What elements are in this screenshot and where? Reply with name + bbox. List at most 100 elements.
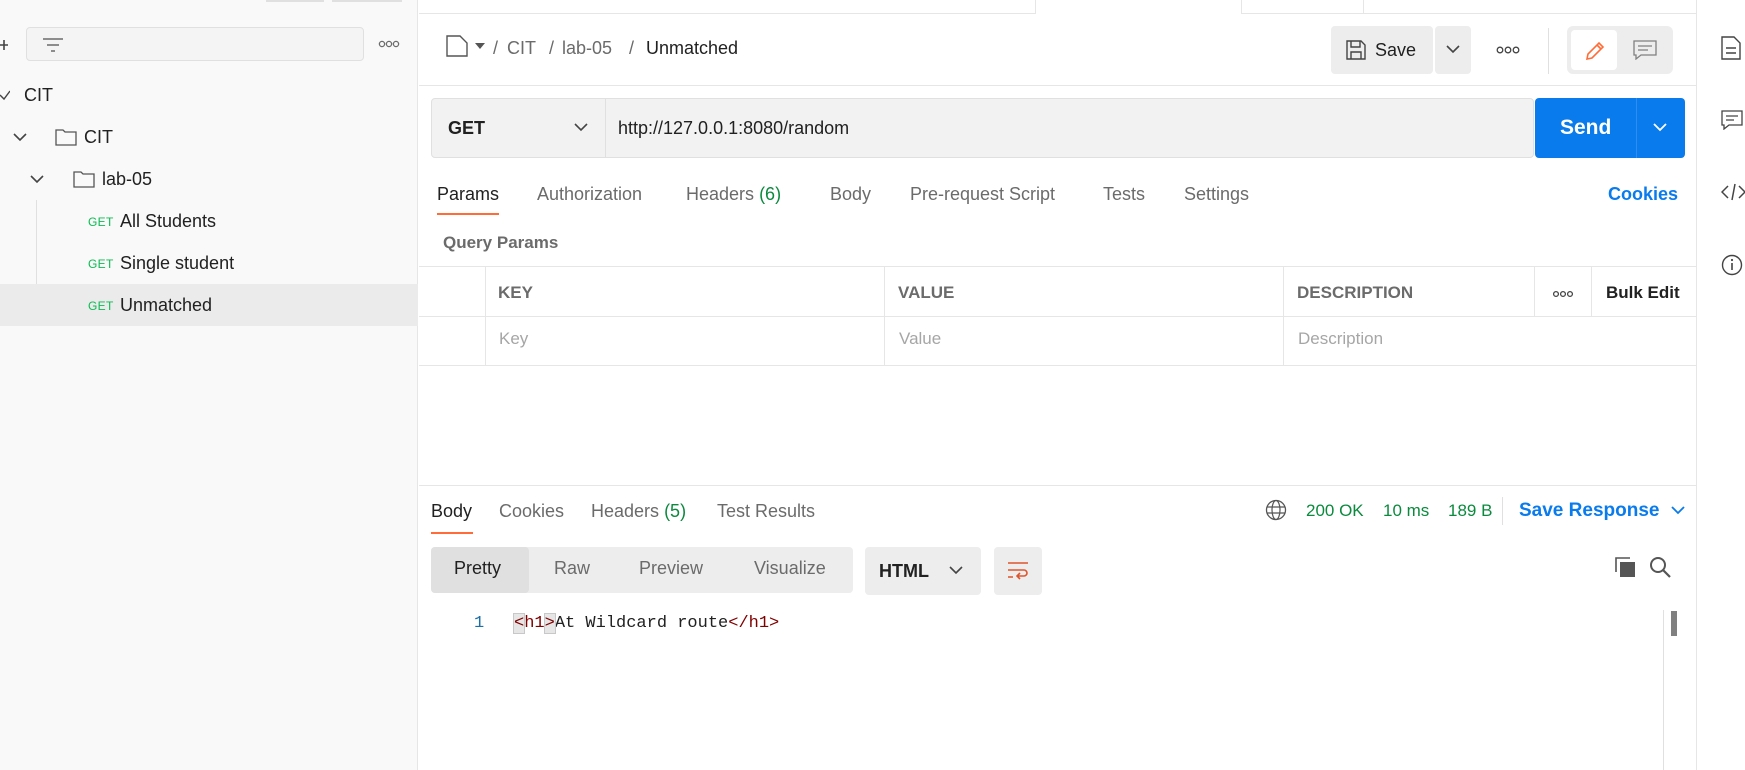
breadcrumb-item[interactable]: lab-05 xyxy=(562,38,612,59)
view-visualize[interactable]: Visualize xyxy=(754,558,826,579)
chevron-down-icon[interactable] xyxy=(1652,122,1668,132)
document-icon[interactable] xyxy=(446,35,468,57)
tree-item-label: lab-05 xyxy=(102,169,153,189)
document-icon[interactable] xyxy=(1721,36,1741,60)
code-icon[interactable] xyxy=(1721,182,1745,202)
view-raw[interactable]: Raw xyxy=(554,558,590,579)
response-view-switcher: Pretty Raw Preview Visualize xyxy=(431,547,853,593)
tab-authorization[interactable]: Authorization xyxy=(537,184,642,205)
code-token: </h1> xyxy=(728,614,780,633)
cookies-link[interactable]: Cookies xyxy=(1608,184,1678,205)
method-select-value: GET xyxy=(448,118,486,138)
tree-item-collection[interactable]: CIT xyxy=(0,74,418,116)
divider xyxy=(419,485,1696,486)
mode-toggle xyxy=(1567,26,1673,74)
url-input[interactable]: http://127.0.0.1:8080/random xyxy=(618,118,1498,139)
tab-response-body[interactable]: Body xyxy=(431,501,472,522)
response-size[interactable]: 189 B xyxy=(1448,501,1492,521)
tree-item-request[interactable]: GET All Students xyxy=(0,200,418,242)
breadcrumb-item[interactable]: CIT xyxy=(507,38,536,59)
filter-icon xyxy=(41,36,65,54)
response-status[interactable]: 200 OK xyxy=(1306,501,1364,521)
tab-response-cookies[interactable]: Cookies xyxy=(499,501,564,522)
tab-response-headers[interactable]: Headers (5) xyxy=(591,501,686,522)
comment-icon[interactable] xyxy=(1721,110,1743,130)
request-header: / CIT / lab-05 / Unmatched Save xyxy=(419,14,1696,86)
save-icon xyxy=(1346,40,1366,60)
search-icon[interactable] xyxy=(1649,556,1671,578)
tab-prerequest-script[interactable]: Pre-request Script xyxy=(910,184,1055,205)
tree-item-label: All Students xyxy=(120,211,217,231)
tab-headers[interactable]: Headers (6) xyxy=(686,184,781,205)
sidebar-top-tab[interactable] xyxy=(332,0,402,2)
edit-mode-button[interactable] xyxy=(1571,30,1617,70)
code-text: At Wildcard route xyxy=(554,614,729,633)
response-time[interactable]: 10 ms xyxy=(1383,501,1429,521)
tree-item-folder[interactable]: lab-05 xyxy=(0,158,418,200)
code-line[interactable]: <h1>At Wildcard route</h1> xyxy=(512,613,780,634)
view-preview[interactable]: Preview xyxy=(639,558,703,579)
divider xyxy=(1502,497,1503,525)
tab-params[interactable]: Params xyxy=(437,184,499,205)
save-options-button[interactable] xyxy=(1435,26,1471,74)
right-rail xyxy=(1696,0,1745,770)
tab-response-headers-label: Headers xyxy=(591,501,660,521)
more-icon[interactable] xyxy=(378,38,400,50)
tab-headers-count: (6) xyxy=(759,184,782,204)
page-title[interactable]: Unmatched xyxy=(646,38,738,59)
format-select[interactable]: HTML xyxy=(865,547,981,595)
divider xyxy=(419,316,1696,317)
tree-item-request-selected[interactable]: GET Unmatched xyxy=(0,284,418,326)
divider xyxy=(1363,0,1364,14)
copy-icon[interactable] xyxy=(1614,556,1636,578)
edit-icon xyxy=(1585,41,1605,61)
chevron-down-icon xyxy=(949,566,963,575)
method-select[interactable]: GET xyxy=(432,99,606,157)
tab-response-headers-count: (5) xyxy=(664,501,687,521)
divider xyxy=(1283,267,1284,366)
bulk-edit-button[interactable]: Bulk Edit xyxy=(1606,283,1680,303)
chevron-down-icon[interactable] xyxy=(0,89,10,101)
save-response-button[interactable]: Save Response xyxy=(1519,500,1659,522)
main-pane: / CIT / lab-05 / Unmatched Save GET http… xyxy=(419,0,1696,770)
scrollbar[interactable] xyxy=(1671,611,1677,636)
tab-test-results[interactable]: Test Results xyxy=(717,501,815,522)
tab-tests[interactable]: Tests xyxy=(1103,184,1145,205)
wrap-lines-button[interactable] xyxy=(994,547,1042,595)
divider xyxy=(1591,267,1592,316)
comment-icon[interactable] xyxy=(1633,40,1657,60)
tree-item-request[interactable]: GET Single student xyxy=(0,242,418,284)
chevron-down-icon[interactable] xyxy=(12,130,28,144)
more-icon[interactable] xyxy=(1496,44,1520,56)
globe-icon[interactable] xyxy=(1265,499,1287,521)
url-bar: GET http://127.0.0.1:8080/random xyxy=(431,98,1534,158)
code-token: < xyxy=(512,613,526,634)
sidebar-search-input[interactable] xyxy=(26,27,364,61)
key-input[interactable]: Key xyxy=(499,329,528,349)
tab-body[interactable]: Body xyxy=(830,184,871,205)
plus-icon[interactable] xyxy=(0,35,14,55)
tree-item-folder[interactable]: CIT xyxy=(0,116,418,158)
value-input[interactable]: Value xyxy=(899,329,941,349)
send-button-label: Send xyxy=(1560,116,1612,139)
folder-icon xyxy=(73,169,95,188)
tree-item-label: CIT xyxy=(24,85,53,105)
save-button[interactable]: Save xyxy=(1331,26,1433,74)
divider xyxy=(1035,0,1036,14)
chevron-down-icon[interactable] xyxy=(474,42,486,50)
active-tab-indicator xyxy=(431,532,473,534)
chevron-down-icon[interactable] xyxy=(29,172,45,186)
column-header-value: VALUE xyxy=(898,283,955,302)
send-button[interactable]: Send xyxy=(1535,98,1685,158)
view-pretty[interactable]: Pretty xyxy=(454,558,501,579)
params-table: KEY VALUE DESCRIPTION Bulk Edit Key Valu… xyxy=(419,266,1696,366)
tab-settings[interactable]: Settings xyxy=(1184,184,1249,205)
more-icon[interactable] xyxy=(1552,289,1574,299)
wrap-icon xyxy=(1008,562,1028,580)
info-icon[interactable] xyxy=(1721,254,1743,276)
chevron-down-icon[interactable] xyxy=(1671,506,1685,515)
tree-item-label: Unmatched xyxy=(120,295,213,315)
breadcrumb-separator: / xyxy=(549,38,555,58)
description-input[interactable]: Description xyxy=(1298,329,1383,349)
sidebar-top-tab[interactable] xyxy=(266,0,324,2)
